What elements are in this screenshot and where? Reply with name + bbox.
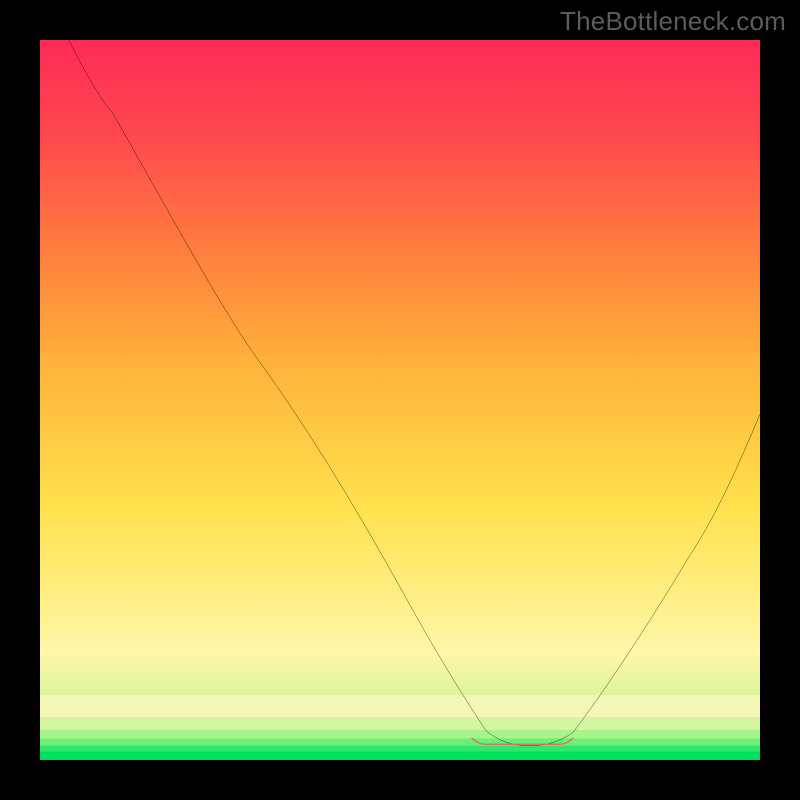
optimal-flat-marker: [472, 738, 573, 744]
bottleneck-curve: [69, 40, 760, 746]
watermark-text: TheBottleneck.com: [560, 6, 786, 37]
curve-layer: [40, 40, 760, 760]
chart-frame: TheBottleneck.com: [0, 0, 800, 800]
plot-area: [40, 40, 760, 760]
